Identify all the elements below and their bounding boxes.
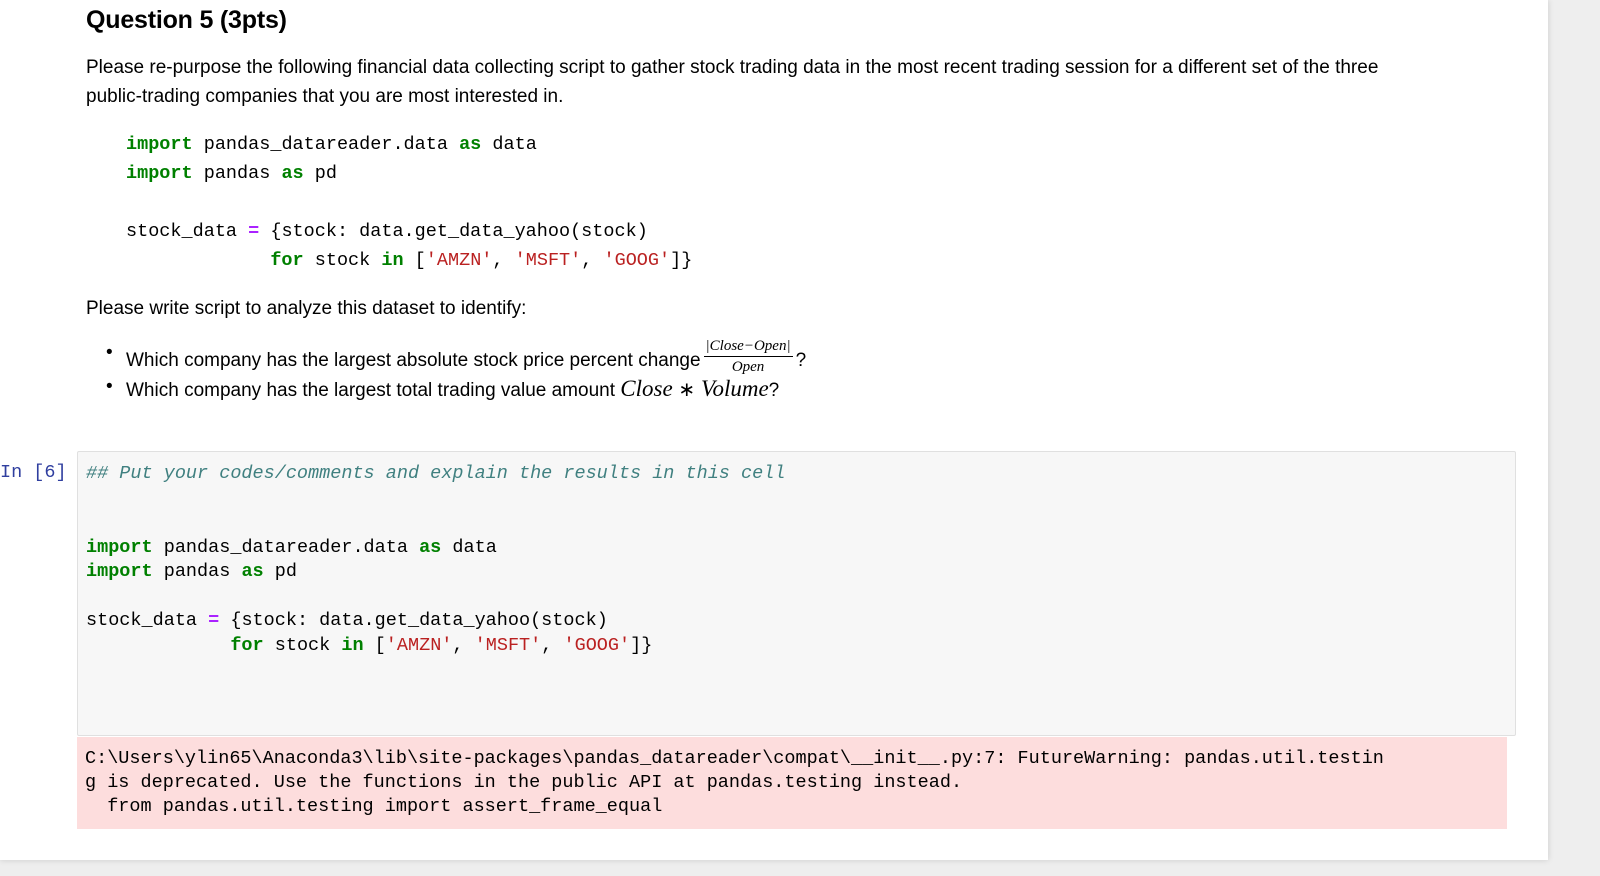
warning-line-1: C:\Users\ylin65\Anaconda3\lib\site-packa…: [85, 748, 1384, 769]
intro-line-1: Please re-purpose the following financia…: [86, 57, 1379, 78]
bullet-suffix: ?: [795, 350, 807, 372]
string-literal: 'MSFT': [514, 250, 582, 271]
keyword: in: [381, 250, 404, 271]
fraction-denominator: Open: [731, 359, 765, 375]
keyword: for: [230, 634, 264, 656]
code-text: [: [363, 634, 386, 656]
intro-line-2: public-trading companies that you are mo…: [86, 86, 564, 107]
keyword: in: [341, 634, 364, 656]
math-fraction: |Close−Open| Open: [703, 338, 793, 376]
code-text: [: [403, 250, 426, 271]
keyword: as: [241, 561, 264, 582]
keyword: import: [126, 134, 193, 155]
code-cell-input[interactable]: ## Put your codes/comments and explain t…: [77, 451, 1516, 736]
math-expression: Close ∗ Volume: [620, 376, 768, 401]
string-literal: 'AMZN': [385, 634, 453, 656]
keyword: import: [126, 163, 193, 184]
code-text: pandas_datareader.data: [152, 536, 420, 558]
operator: =: [248, 221, 260, 242]
analyze-prompt: Please write script to analyze this data…: [86, 298, 527, 319]
code-text: pandas: [192, 163, 282, 184]
stderr-output: C:\Users\ylin65\Anaconda3\lib\site-packa…: [77, 737, 1507, 829]
operator: =: [208, 610, 220, 631]
keyword: import: [86, 561, 153, 582]
code-text: {stock: data.get_data_yahoo(stock): [219, 610, 608, 631]
code-text: data: [481, 134, 537, 155]
code-text: stock_data: [126, 221, 249, 242]
code-text: stock: [303, 250, 382, 271]
cell-prompt: In [6]:: [0, 462, 70, 483]
string-literal: 'MSFT': [474, 634, 542, 656]
bullet-list: • Which company has the largest absolute…: [104, 338, 807, 410]
string-literal: 'GOOG': [563, 634, 631, 656]
code-text: stock_data: [86, 610, 209, 631]
question-title: Question 5 (3pts): [86, 6, 287, 34]
example-code-block: import pandas_datareader.data as data im…: [126, 130, 692, 275]
code-text: pd: [263, 561, 297, 582]
bullet-text: Which company has the largest total trad…: [126, 380, 615, 401]
list-item: • Which company has the largest absolute…: [104, 338, 807, 376]
code-editor[interactable]: ## Put your codes/comments and explain t…: [86, 462, 785, 658]
code-text: {stock: data.get_data_yahoo(stock): [259, 221, 648, 242]
string-literal: 'GOOG': [603, 250, 671, 271]
keyword: import: [86, 536, 153, 558]
warning-line-2: g is deprecated. Use the functions in th…: [85, 772, 963, 793]
keyword: as: [459, 134, 482, 155]
notebook-page: Question 5 (3pts) Please re-purpose the …: [0, 0, 1548, 860]
code-text: ]}: [670, 250, 693, 271]
math-term: Close: [620, 376, 673, 401]
code-text: ]}: [630, 634, 653, 656]
code-text: ,: [581, 250, 604, 271]
code-text: pandas: [152, 561, 242, 582]
code-text: data: [441, 536, 497, 558]
math-term: Volume: [700, 376, 769, 401]
code-text: pandas_datareader.data: [192, 134, 460, 155]
code-comment: ## Put your codes/comments and explain t…: [86, 463, 786, 484]
bullet-suffix: ?: [768, 380, 780, 401]
fraction-numerator: |Close−Open|: [703, 338, 793, 357]
list-item: • Which company has the largest total tr…: [104, 376, 806, 410]
math-operator: ∗: [678, 379, 696, 401]
code-text: stock: [263, 634, 342, 656]
code-text: ,: [452, 634, 475, 656]
bullet-dot-icon: •: [106, 376, 113, 397]
bullet-text: Which company has the largest absolute s…: [126, 350, 701, 372]
keyword: as: [419, 536, 442, 558]
keyword: for: [270, 250, 304, 271]
code-text: pd: [303, 163, 337, 184]
string-literal: 'AMZN': [425, 250, 493, 271]
keyword: as: [281, 163, 304, 184]
code-text: ,: [492, 250, 515, 271]
bullet-dot-icon: •: [106, 342, 113, 363]
intro-paragraph: Please re-purpose the following financia…: [86, 53, 1378, 111]
warning-text: C:\Users\ylin65\Anaconda3\lib\site-packa…: [85, 747, 1384, 819]
code-text: ,: [541, 634, 564, 656]
warning-line-3: from pandas.util.testing import assert_f…: [85, 796, 663, 817]
